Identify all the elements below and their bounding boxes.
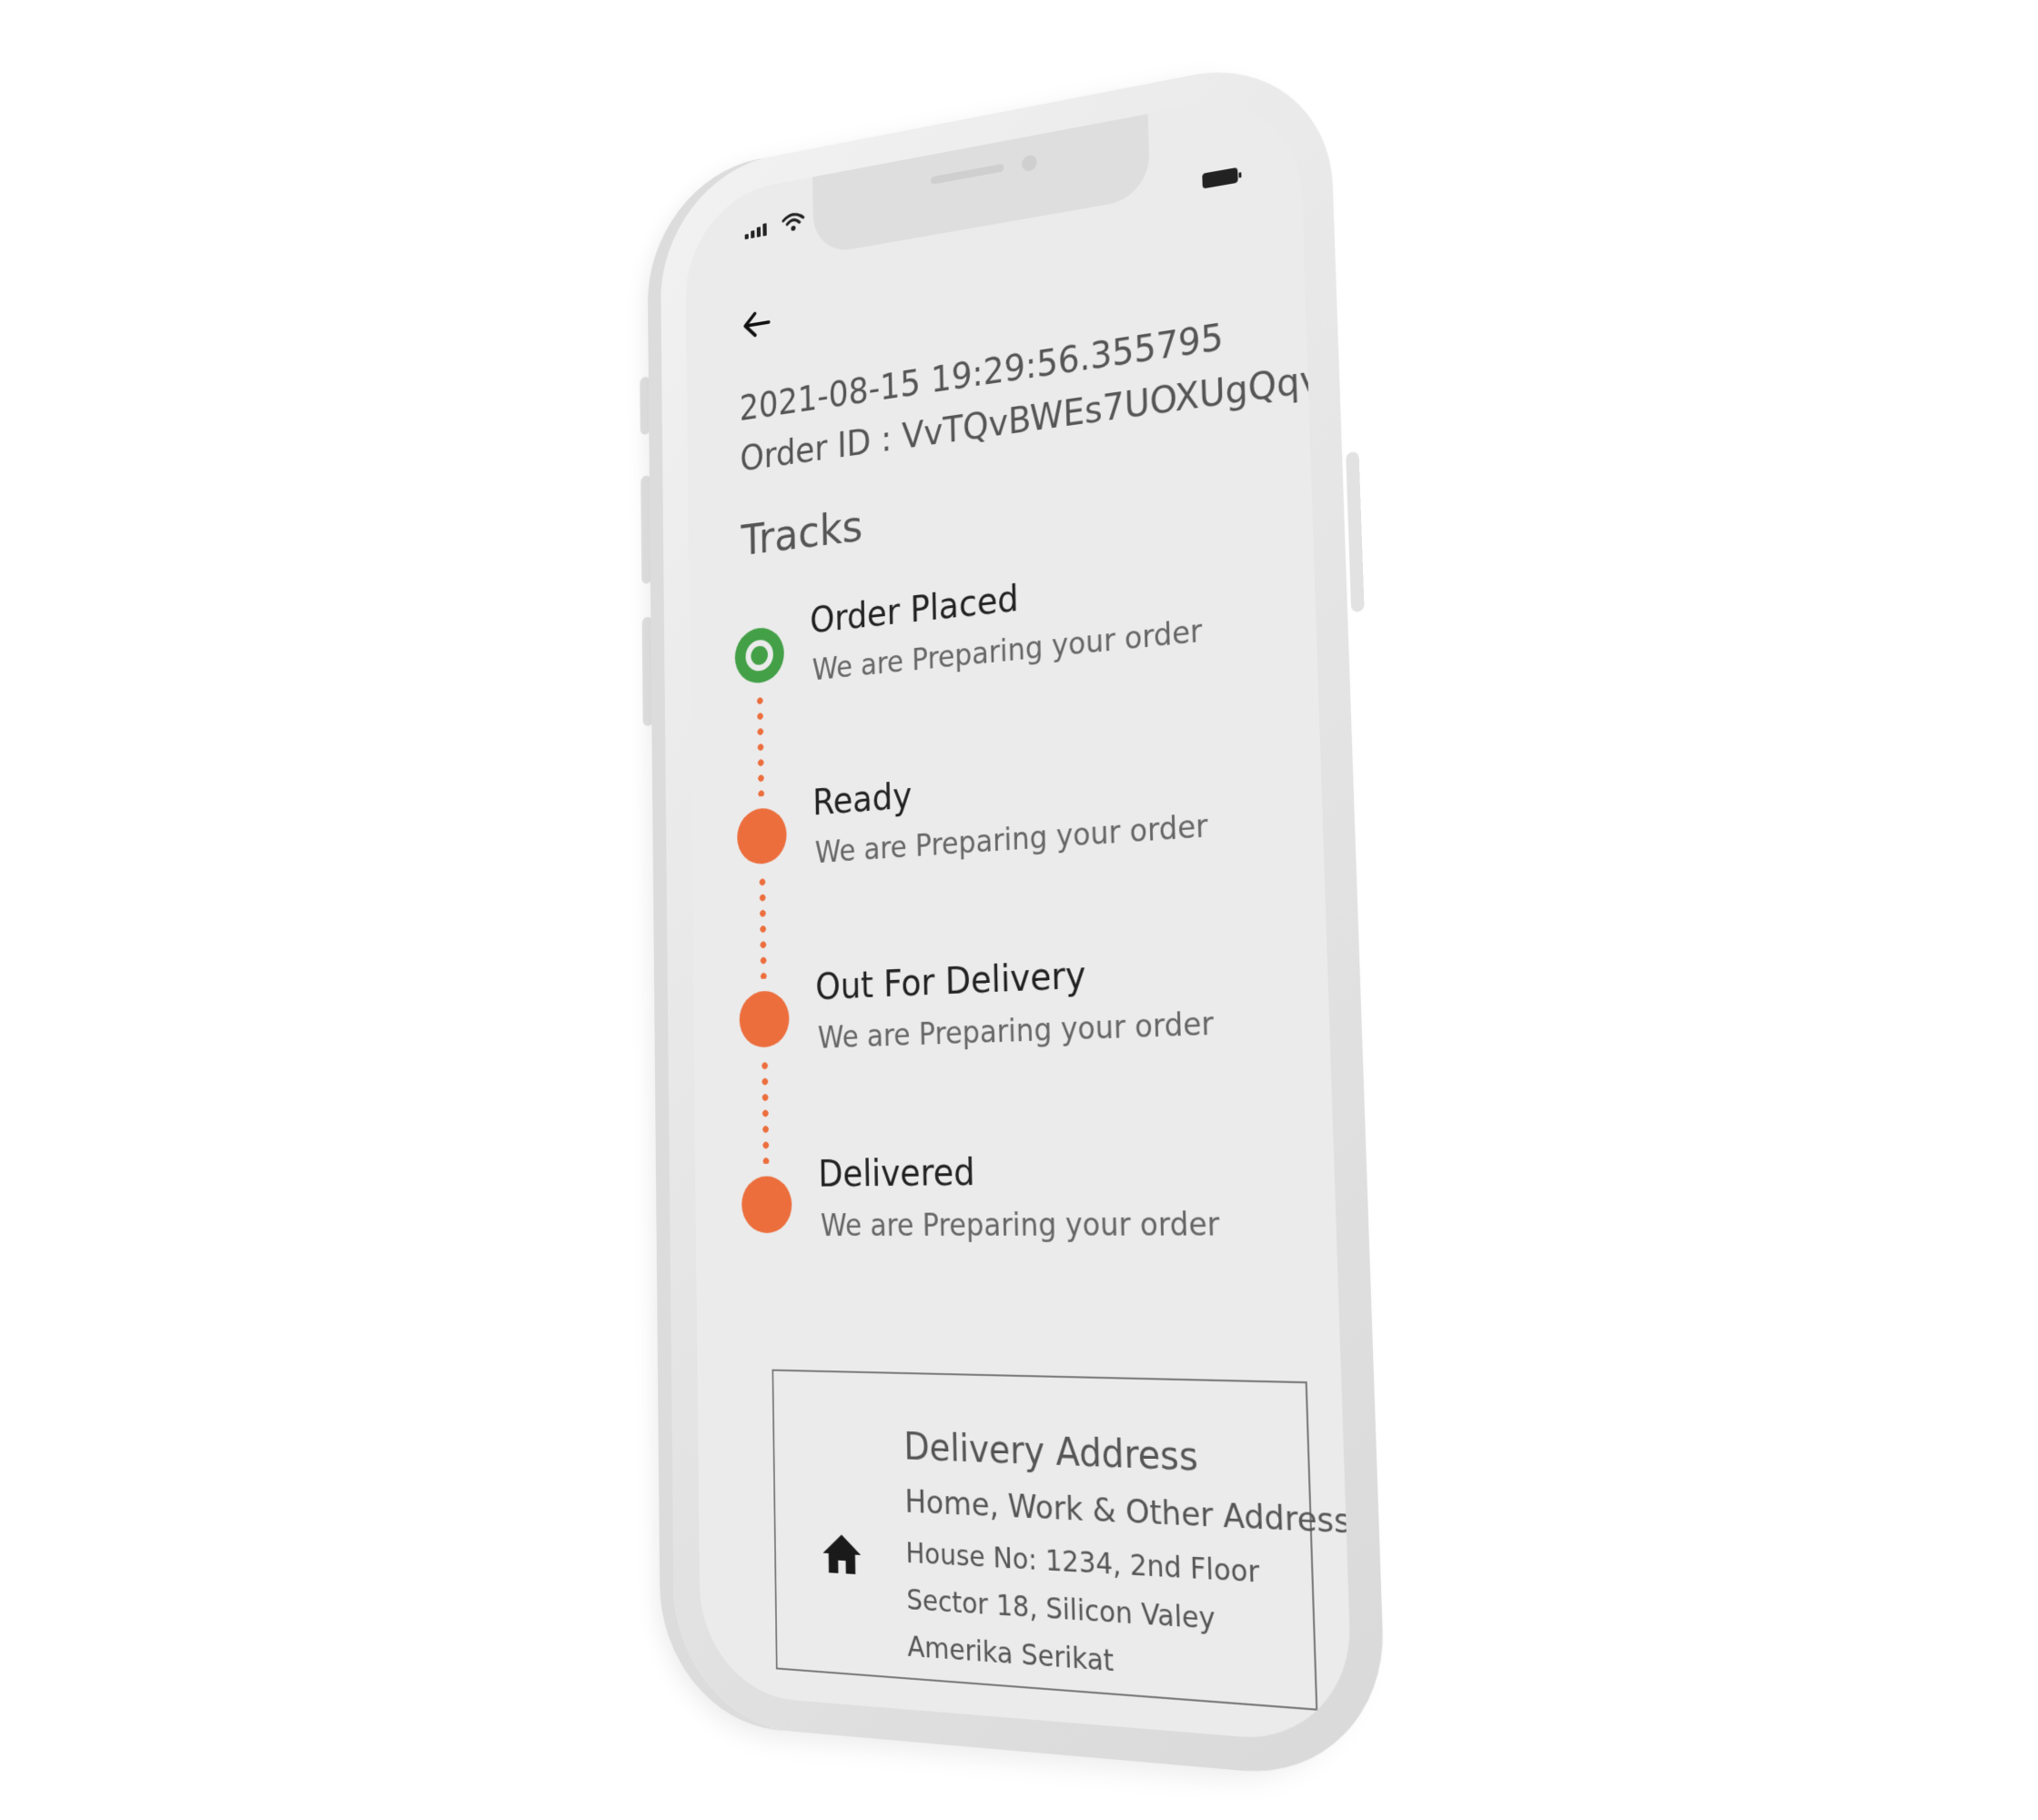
timeline-step-out-for-delivery: Out For Delivery We are Preparing your o…: [739, 945, 1300, 1077]
phone-body: 2021-08-15 19:29:56.355795 Order ID : Vv…: [660, 48, 1388, 1784]
power-button: [1346, 450, 1365, 613]
status-done-icon: [734, 625, 785, 686]
speaker: [930, 163, 1004, 185]
volume-down-button: [641, 616, 653, 727]
timeline-step-ready: Ready We are Preparing your order: [736, 745, 1295, 894]
step-title: Delivered: [818, 1151, 976, 1196]
step-subtitle: We are Preparing your order: [820, 1205, 1220, 1244]
step-title: Order Placed: [809, 578, 1020, 642]
back-button[interactable]: [735, 298, 778, 351]
phone-mockup: 2021-08-15 19:29:56.355795 Order ID : Vv…: [640, 48, 1388, 1784]
stage: 2021-08-15 19:29:56.355795 Order ID : Vv…: [0, 0, 2038, 1820]
front-camera: [1021, 154, 1037, 173]
step-subtitle: We are Preparing your order: [817, 1005, 1215, 1056]
address-type: Home, Work & Other Address: [904, 1482, 1352, 1542]
battery-icon: [1202, 167, 1238, 189]
arrow-left-icon: [742, 307, 772, 341]
notch: [812, 112, 1151, 257]
status-pending-icon: [741, 1176, 792, 1234]
signal-icon: [744, 223, 767, 240]
volume-up-button: [641, 475, 652, 585]
wifi-icon: [782, 210, 804, 232]
tracking-timeline: Order Placed We are Preparing your order…: [734, 548, 1310, 1371]
timeline-step-order-placed: Order Placed We are Preparing your order: [734, 548, 1287, 713]
status-pending-icon: [736, 806, 787, 866]
phone-screen: 2021-08-15 19:29:56.355795 Order ID : Vv…: [684, 86, 1354, 1746]
address-title: Delivery Address: [903, 1425, 1199, 1481]
step-title: Out For Delivery: [814, 954, 1087, 1008]
address-line-1: House No: 1234, 2nd Floor: [905, 1537, 1260, 1591]
timeline-step-delivered: Delivered We are Preparing your order: [741, 1147, 1307, 1264]
status-pending-icon: [739, 989, 790, 1048]
address-line-3: Amerika Serikat: [907, 1630, 1115, 1679]
home-icon: [822, 1533, 862, 1575]
mute-switch: [640, 376, 651, 436]
status-bar-left: [744, 210, 804, 240]
step-title: Ready: [812, 775, 913, 824]
delivery-address-card[interactable]: Delivery Address Home, Work & Other Addr…: [772, 1369, 1351, 1711]
tracks-title: Tracks: [741, 500, 863, 566]
address-line-2: Sector 18, Silicon Valey: [906, 1583, 1216, 1637]
